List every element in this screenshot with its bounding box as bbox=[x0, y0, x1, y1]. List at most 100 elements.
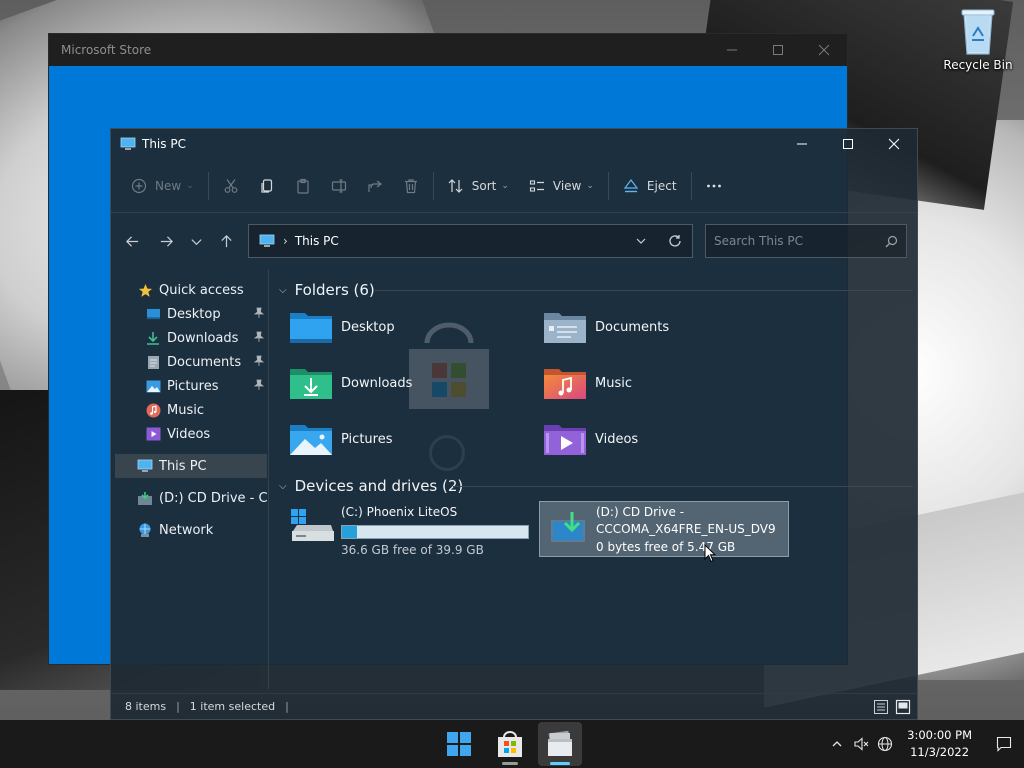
nav-pictures-label: Pictures bbox=[167, 378, 219, 394]
drive-c-usage-fill bbox=[342, 526, 358, 538]
nav-desktop[interactable]: Desktop bbox=[145, 302, 265, 326]
chevron-down-icon: ⌵ bbox=[279, 480, 287, 492]
new-label: New bbox=[155, 178, 182, 193]
nav-this-pc[interactable]: This PC bbox=[115, 454, 267, 478]
nav-downloads[interactable]: Downloads bbox=[145, 326, 265, 350]
back-button[interactable] bbox=[115, 226, 149, 256]
search-box[interactable]: Search This PC bbox=[705, 224, 907, 258]
network-icon bbox=[137, 522, 153, 538]
nav-network[interactable]: Network bbox=[137, 518, 213, 542]
show-hidden-icons-button[interactable] bbox=[825, 732, 849, 756]
explorer-maximize-button[interactable] bbox=[825, 129, 871, 159]
search-input[interactable]: Search This PC bbox=[714, 234, 876, 248]
search-icon bbox=[876, 235, 906, 248]
view-button[interactable]: View ⌄ bbox=[519, 168, 604, 204]
file-explorer-window[interactable]: This PC New ⌄ Sort ⌄ View ⌄ Eject › This… bbox=[110, 128, 918, 720]
share-button[interactable] bbox=[357, 168, 393, 204]
store-maximize-button[interactable] bbox=[755, 34, 801, 66]
chevron-down-icon: ⌵ bbox=[279, 284, 287, 296]
refresh-button[interactable] bbox=[658, 234, 692, 248]
folder-pictures[interactable]: Pictures bbox=[289, 421, 392, 457]
pin-icon[interactable] bbox=[253, 379, 265, 391]
nav-pictures[interactable]: Pictures bbox=[145, 374, 265, 398]
delete-button[interactable] bbox=[393, 168, 429, 204]
recycle-bin-desktop-icon[interactable]: Recycle Bin bbox=[938, 6, 1018, 72]
status-bar: 8 items | 1 item selected | bbox=[111, 693, 917, 719]
nav-downloads-label: Downloads bbox=[167, 330, 239, 346]
pin-icon[interactable] bbox=[253, 331, 265, 343]
nav-cd-drive[interactable]: (D:) CD Drive - CCC bbox=[137, 486, 267, 510]
store-close-button[interactable] bbox=[801, 34, 847, 66]
clock[interactable]: 3:00:00 PM 11/3/2022 bbox=[907, 727, 972, 761]
copy-button[interactable] bbox=[249, 168, 285, 204]
details-view-button[interactable] bbox=[873, 699, 889, 715]
up-button[interactable] bbox=[209, 226, 243, 256]
network-status-button[interactable] bbox=[873, 732, 897, 756]
sort-button[interactable]: Sort ⌄ bbox=[438, 168, 519, 204]
nav-quick-access-label: Quick access bbox=[159, 282, 244, 298]
music-folder-icon bbox=[543, 365, 587, 401]
windows-drive-icon bbox=[291, 509, 334, 541]
breadcrumb-this-pc[interactable]: This PC bbox=[295, 234, 624, 248]
new-button[interactable]: New ⌄ bbox=[121, 168, 204, 204]
folder-documents[interactable]: Documents bbox=[543, 309, 669, 345]
folder-desktop[interactable]: Desktop bbox=[289, 309, 395, 345]
documents-icon bbox=[145, 354, 161, 370]
system-tray: 3:00:00 PM 11/3/2022 bbox=[825, 720, 1024, 768]
command-bar: New ⌄ Sort ⌄ View ⌄ Eject bbox=[111, 159, 917, 213]
status-separator: | bbox=[176, 700, 180, 713]
desktop-folder-icon bbox=[145, 306, 161, 322]
nav-videos[interactable]: Videos bbox=[145, 422, 210, 446]
explorer-titlebar[interactable]: This PC bbox=[111, 129, 917, 159]
eject-button[interactable]: Eject bbox=[613, 168, 687, 204]
arrow-up-icon bbox=[220, 234, 232, 247]
drive-d-name-line2: CCCOMA_X64FRE_EN-US_DV9 bbox=[596, 522, 776, 536]
sort-icon bbox=[448, 178, 463, 193]
drives-group-header[interactable]: ⌵ Devices and drives (2) bbox=[279, 477, 463, 495]
nav-quick-access[interactable]: Quick access bbox=[137, 278, 244, 302]
taskbar: 3:00:00 PM 11/3/2022 bbox=[0, 720, 1024, 768]
folders-group-header[interactable]: ⌵ Folders (6) bbox=[279, 281, 375, 299]
share-icon bbox=[368, 180, 382, 192]
recent-locations-button[interactable] bbox=[183, 226, 209, 256]
store-titlebar[interactable]: Microsoft Store bbox=[49, 34, 847, 66]
folder-videos[interactable]: Videos bbox=[543, 421, 638, 457]
taskbar-file-explorer-button[interactable] bbox=[538, 722, 582, 766]
notification-icon bbox=[996, 736, 1012, 752]
status-separator: | bbox=[285, 700, 289, 713]
tiles-view-button[interactable] bbox=[895, 699, 911, 715]
folder-music[interactable]: Music bbox=[543, 365, 632, 401]
nav-music[interactable]: Music bbox=[145, 398, 204, 422]
start-button[interactable] bbox=[437, 722, 481, 766]
folder-label: Videos bbox=[595, 431, 639, 447]
desktop-folder-icon bbox=[289, 309, 333, 345]
explorer-close-button[interactable] bbox=[871, 129, 917, 159]
nav-documents[interactable]: Documents bbox=[145, 350, 265, 374]
chevron-down-icon: ⌄ bbox=[501, 180, 509, 191]
address-bar[interactable]: › This PC bbox=[248, 224, 693, 258]
rename-button[interactable] bbox=[321, 168, 357, 204]
group-divider bbox=[453, 486, 913, 487]
pin-icon[interactable] bbox=[253, 307, 265, 319]
folder-downloads[interactable]: Downloads bbox=[289, 365, 412, 401]
taskbar-store-button[interactable] bbox=[488, 722, 532, 766]
drive-c-name: (C:) Phoenix LiteOS bbox=[341, 505, 458, 519]
folder-label: Documents bbox=[595, 319, 670, 335]
address-dropdown-button[interactable] bbox=[624, 235, 658, 247]
store-minimize-button[interactable] bbox=[709, 34, 755, 66]
pin-icon[interactable] bbox=[253, 355, 265, 367]
cut-button[interactable] bbox=[213, 168, 249, 204]
folder-label: Downloads bbox=[341, 375, 413, 391]
drive-c[interactable]: (C:) Phoenix LiteOS 36.6 GB free of 39.9… bbox=[291, 505, 531, 561]
explorer-minimize-button[interactable] bbox=[779, 129, 825, 159]
notifications-button[interactable] bbox=[984, 736, 1024, 752]
globe-icon bbox=[878, 736, 893, 752]
see-more-button[interactable] bbox=[696, 168, 732, 204]
forward-button[interactable] bbox=[149, 226, 183, 256]
paste-icon bbox=[297, 178, 309, 194]
volume-button[interactable] bbox=[849, 732, 873, 756]
recycle-bin-label: Recycle Bin bbox=[943, 58, 1013, 72]
drive-d[interactable]: (D:) CD Drive - CCCOMA_X64FRE_EN-US_DV9 … bbox=[539, 501, 789, 557]
paste-button[interactable] bbox=[285, 168, 321, 204]
breadcrumb-chevron-icon[interactable]: › bbox=[283, 234, 288, 248]
